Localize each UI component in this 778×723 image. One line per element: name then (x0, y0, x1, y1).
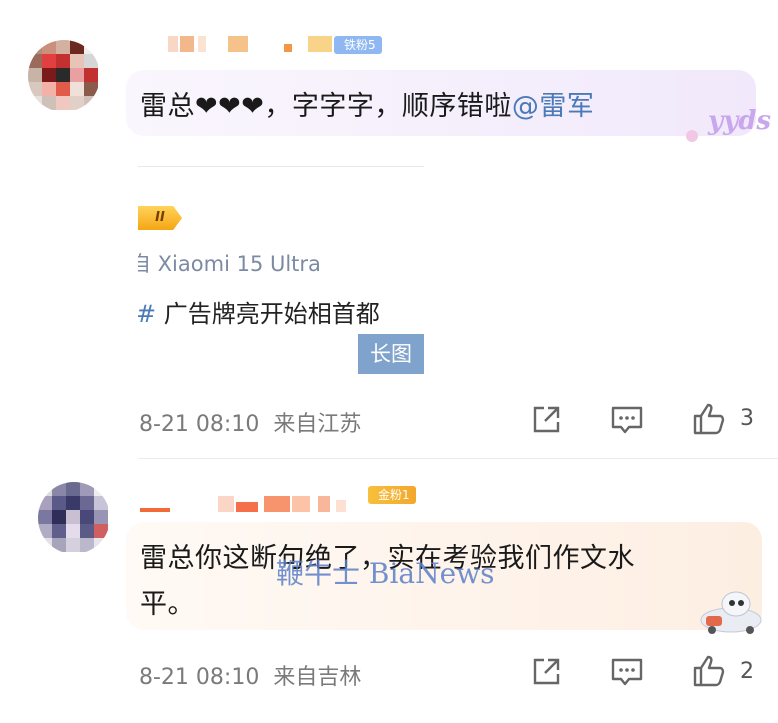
share-icon[interactable] (530, 404, 562, 436)
like-count: 2 (740, 659, 754, 684)
watermark: 鞭牛士 BiaNews (276, 557, 495, 590)
comment-text-line2: 平。 (140, 589, 195, 620)
username-obscured[interactable] (140, 496, 366, 512)
robot-dog-sticker (700, 591, 762, 634)
like-icon[interactable] (692, 654, 726, 688)
heart-sticker-icon (686, 130, 698, 142)
like-count: 3 (740, 406, 754, 431)
quoted-post[interactable]: II 自 Xiaomi 15 Ultra # 广告牌亮开始相首都 长图 (138, 166, 424, 378)
mention-link[interactable]: @雷军 (512, 91, 595, 122)
fan-badge[interactable]: 金粉1 (368, 486, 416, 504)
comment-divider (138, 458, 778, 459)
comment-icon[interactable] (610, 656, 644, 688)
username-obscured[interactable] (168, 36, 336, 52)
comment-location: 来自江苏 (273, 412, 362, 437)
comment-time: 8-21 08:10 (139, 412, 260, 437)
comment-text: 雷总❤❤❤，字字字，顺序错啦@雷军 (140, 84, 594, 123)
topic-hash: # (138, 300, 157, 328)
post-topic: # 广告牌亮开始相首都 (138, 294, 380, 329)
share-icon[interactable] (530, 656, 562, 688)
divider (138, 166, 424, 167)
comment-time: 8-21 08:10 (139, 665, 260, 690)
comment-body: 雷总❤❤❤，字字字，顺序错啦 (140, 91, 512, 122)
user-avatar[interactable] (28, 40, 100, 112)
comment-meta: 8-21 08:10 来自吉林 (139, 659, 361, 691)
yyds-sticker: yyds (708, 106, 772, 136)
user-avatar[interactable] (38, 482, 110, 554)
comment-meta: 8-21 08:10 来自江苏 (139, 406, 361, 438)
like-icon[interactable] (692, 402, 726, 436)
level-badge-icon: II (138, 206, 182, 230)
topic-text: 广告牌亮开始相首都 (156, 300, 380, 328)
post-source: 自 Xiaomi 15 Ultra (138, 252, 321, 276)
fan-badge[interactable]: 铁粉5 (334, 36, 382, 54)
comment-icon[interactable] (610, 404, 644, 436)
comment-location: 来自吉林 (273, 665, 362, 690)
long-image-tag[interactable]: 长图 (358, 334, 424, 374)
